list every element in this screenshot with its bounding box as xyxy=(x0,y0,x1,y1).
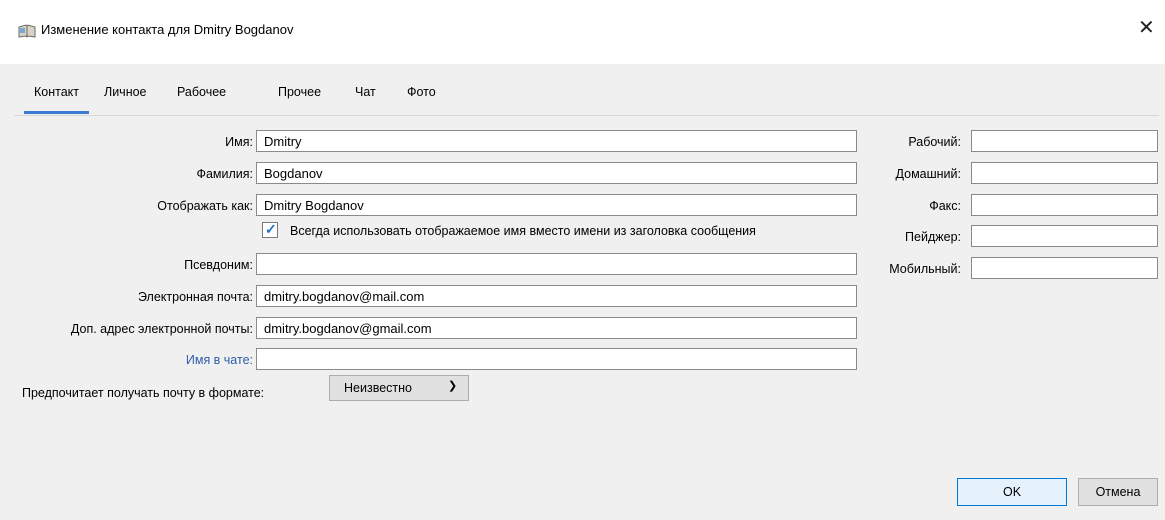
tab-personal[interactable]: Личное xyxy=(104,85,147,99)
pager-field[interactable] xyxy=(971,225,1158,247)
always-use-display-checkbox[interactable]: ✓ xyxy=(262,221,278,238)
close-icon[interactable]: ✕ xyxy=(1138,16,1155,40)
pager-label: Пейджер: xyxy=(905,230,961,244)
tab-contact[interactable]: Контакт xyxy=(23,85,90,114)
fax-field[interactable] xyxy=(971,194,1158,216)
email-field[interactable]: dmitry.bogdanov@mail.com xyxy=(256,285,857,307)
alt-email-label: Доп. адрес электронной почты: xyxy=(70,322,253,336)
display-name-label: Отображать как: xyxy=(157,199,253,213)
work-phone-field[interactable] xyxy=(971,130,1158,152)
mobile-label: Мобильный: xyxy=(889,262,961,276)
first-name-label: Имя: xyxy=(225,135,253,149)
mail-format-label: Предпочитает получать почту в формате: xyxy=(22,386,265,400)
cancel-button[interactable]: Отмена xyxy=(1078,478,1158,506)
ok-button[interactable]: OK xyxy=(957,478,1067,506)
last-name-label: Фамилия: xyxy=(196,167,253,181)
last-name-field[interactable]: Bogdanov xyxy=(256,162,857,184)
home-phone-label: Домашний: xyxy=(895,167,961,181)
display-name-field[interactable]: Dmitry Bogdanov xyxy=(256,194,857,216)
fax-label: Факс: xyxy=(929,199,961,213)
nickname-field[interactable] xyxy=(256,253,857,275)
window-title: Изменение контакта для Dmitry Bogdanov xyxy=(41,22,294,37)
title-bar: Изменение контакта для Dmitry Bogdanov ✕ xyxy=(0,0,1165,64)
nickname-label: Псевдоним: xyxy=(184,258,253,272)
email-label: Электронная почта: xyxy=(137,290,253,304)
chat-name-label[interactable]: Имя в чате: xyxy=(186,353,253,367)
tab-chat[interactable]: Чат xyxy=(355,85,376,99)
always-use-display-label: Всегда использовать отображаемое имя вме… xyxy=(290,224,756,238)
mobile-field[interactable] xyxy=(971,257,1158,279)
tab-work[interactable]: Рабочее xyxy=(177,85,226,99)
mail-format-value: Неизвестно xyxy=(344,381,412,395)
chevron-down-icon: ❯ xyxy=(448,380,458,392)
alt-email-field[interactable]: dmitry.bogdanov@gmail.com xyxy=(256,317,857,339)
tab-bar: Контакт Личное Рабочее Прочее Чат Фото xyxy=(14,75,1159,116)
work-phone-label: Рабочий: xyxy=(908,135,961,149)
mail-format-select[interactable]: Неизвестно ❯ xyxy=(329,375,469,401)
first-name-field[interactable]: Dmitry xyxy=(256,130,857,152)
home-phone-field[interactable] xyxy=(971,162,1158,184)
chat-name-field[interactable] xyxy=(256,348,857,370)
checkmark-icon: ✓ xyxy=(265,221,277,237)
tab-photo[interactable]: Фото xyxy=(407,85,436,99)
tab-other[interactable]: Прочее xyxy=(278,85,321,99)
address-book-icon xyxy=(18,24,36,38)
